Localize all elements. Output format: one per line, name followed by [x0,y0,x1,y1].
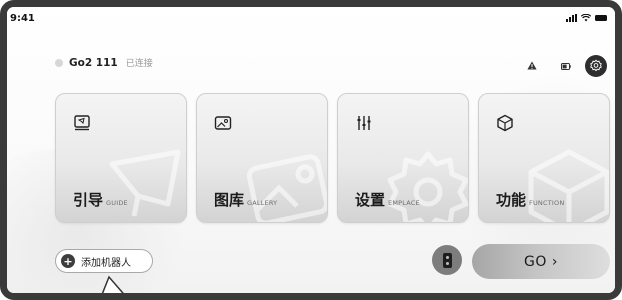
plus-icon: + [61,254,75,268]
settings-watermark-icon [387,151,468,222]
speaker-icon [442,252,452,268]
connection-dot-icon [55,58,63,67]
card-subtitle-text: FUNCTION [529,199,565,207]
card-guide[interactable]: 引导 GUIDE [55,93,187,223]
guide-watermark-icon [109,149,181,217]
card-subtitle-text: GUIDE [106,199,128,207]
card-subtitle-text: GALLERY [247,199,278,207]
card-guide-title: 引导 GUIDE [73,189,128,210]
card-function-title: 功能 FUNCTION [496,189,564,210]
settings-gear-icon [590,59,602,72]
device-frame: 9:41 Go2 111 已连接 引导 GUIDE 图库 GALLERY 设置 … [0,0,622,300]
status-time: 9:41 [10,13,35,24]
card-title-text: 功能 [496,191,527,209]
card-title-text: 图库 [214,191,245,209]
function-cube-icon [497,114,513,132]
card-function[interactable]: 功能 FUNCTION [478,93,610,223]
add-robot-label: 添加机器人 [81,257,131,269]
cellular-signal-icon [566,14,577,22]
system-icons [566,14,607,22]
guide-book-icon [74,115,90,131]
warning-icon[interactable] [527,61,537,70]
battery-icon [561,63,571,70]
speaker-button[interactable] [432,245,462,275]
card-gallery[interactable]: 图库 GALLERY [196,93,328,223]
status-bar: 9:41 [7,7,615,27]
settings-gear-button[interactable] [585,55,607,77]
settings-sliders-icon [357,116,371,130]
device-connection: Go2 111 已连接 [55,56,153,69]
card-settings[interactable]: 设置 EMPLACE [337,93,469,223]
add-robot-button[interactable]: + 添加机器人 [55,249,153,273]
card-gallery-title: 图库 GALLERY [214,189,277,210]
card-settings-title: 设置 EMPLACE [355,189,420,210]
device-name: Go2 111 [69,56,118,69]
card-title-text: 引导 [73,191,104,209]
wifi-icon [581,14,591,22]
app-screen: 9:41 Go2 111 已连接 引导 GUIDE 图库 GALLERY 设置 … [7,7,615,293]
card-subtitle-text: EMPLACE [388,199,420,207]
function-watermark-icon [528,149,609,222]
gallery-watermark-icon [246,154,327,222]
connection-status: 已连接 [125,59,153,69]
gallery-image-icon [214,116,232,130]
go-button-label: GO › [524,253,558,270]
battery-status-icon [595,15,607,21]
card-title-text: 设置 [355,191,386,209]
callout-pointer [101,275,124,293]
go-button[interactable]: GO › [472,244,610,279]
